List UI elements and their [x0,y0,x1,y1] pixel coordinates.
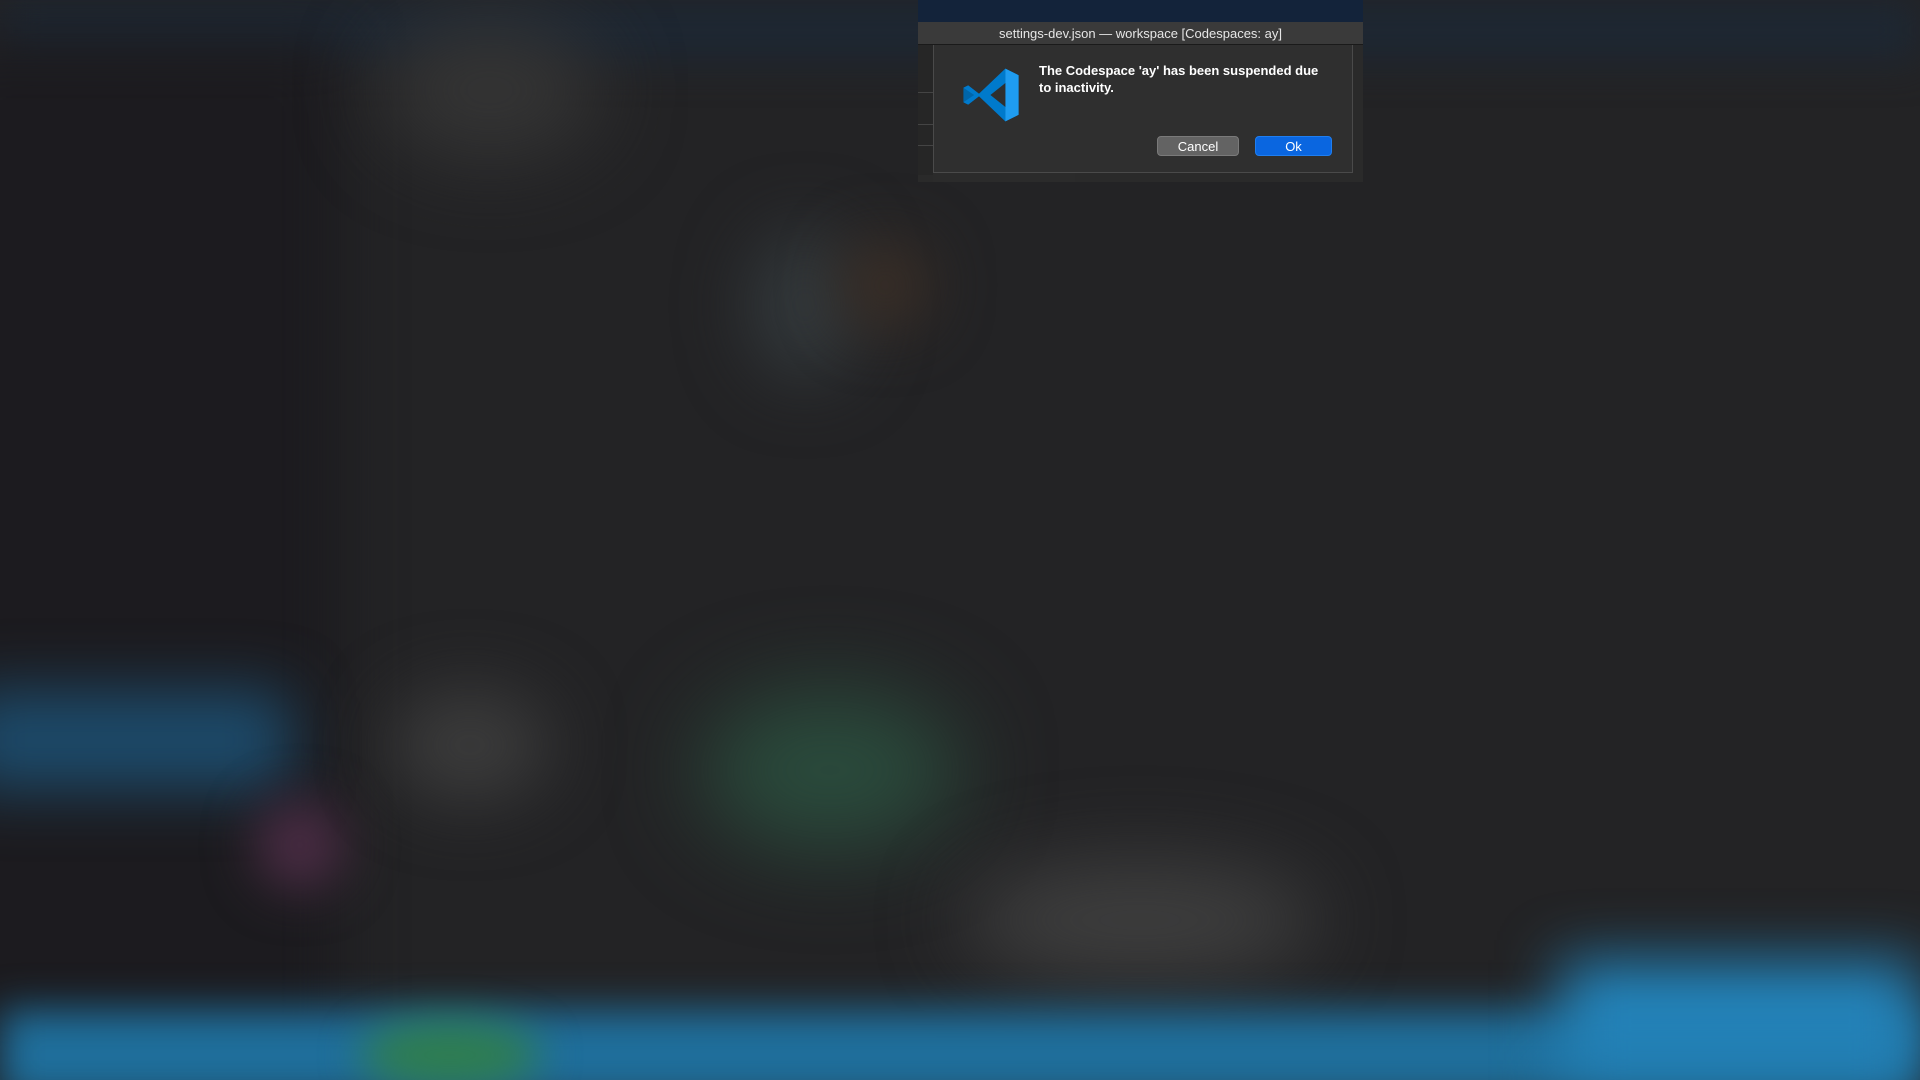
background-blur-region [1560,960,1920,1080]
background-blur-region [0,40,340,1080]
vscode-logo-icon [961,65,1021,125]
background-blur-region [380,20,600,160]
background-blur-region [390,690,550,800]
background-blur-region [255,800,345,890]
suspended-dialog: The Codespace 'ay' has been suspended du… [933,45,1353,173]
background-blur-region [750,230,860,380]
ok-button[interactable]: Ok [1255,136,1332,156]
window-titlebar[interactable]: settings-dev.json — workspace [Codespace… [918,22,1363,45]
background-blur-region [0,690,290,790]
background-blur-region [700,690,960,850]
divider [918,145,933,146]
background-blur-region [840,240,930,330]
window-side-strip [918,45,933,175]
app-top-strip [918,0,1363,22]
window-title: settings-dev.json — workspace [Codespace… [998,26,1282,41]
divider [918,124,933,125]
cancel-button[interactable]: Cancel [1157,136,1239,156]
divider [918,92,933,93]
dialog-message: The Codespace 'ay' has been suspended du… [1039,63,1319,95]
background-blur-region [960,860,1320,980]
